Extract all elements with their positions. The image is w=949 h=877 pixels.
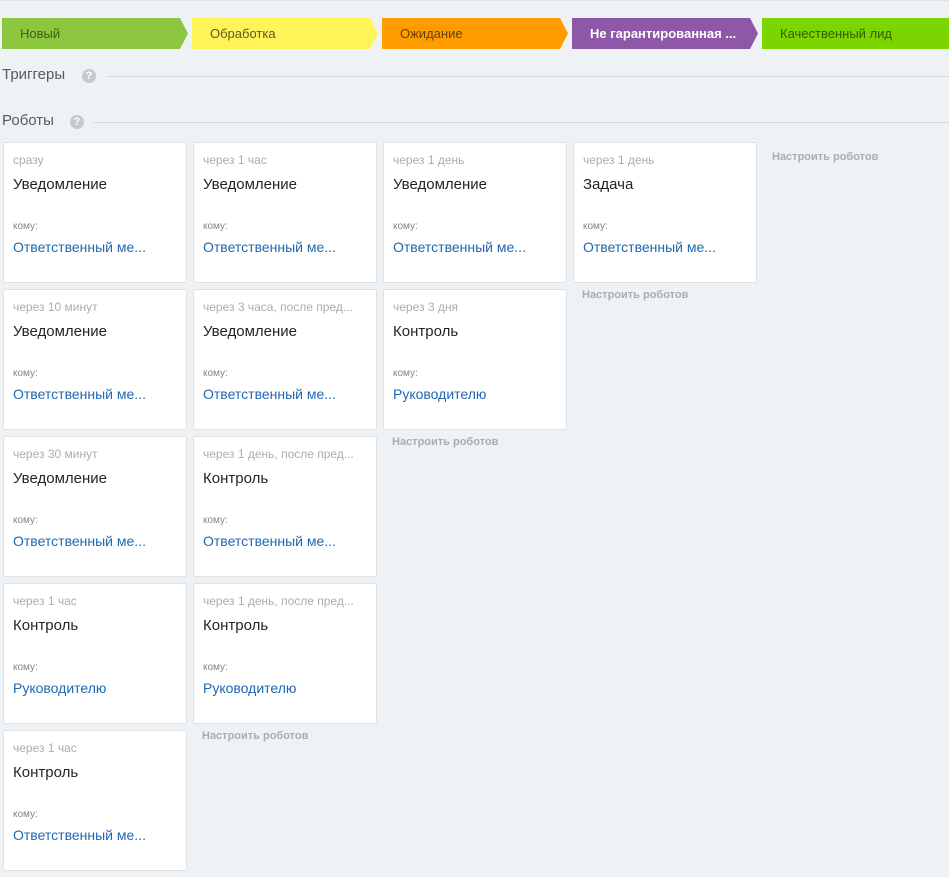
robot-delay: через 1 день (393, 153, 465, 167)
robot-title: Контроль (203, 470, 269, 487)
robot-recipient-label: кому: (393, 368, 418, 379)
robot-title: Уведомление (393, 176, 488, 193)
triggers-title: Триггеры (2, 66, 66, 83)
robots-column-4: через 1 день Задача кому: Ответственный ме.… (573, 142, 757, 301)
robot-recipient-link[interactable]: Ответственный ме... (203, 386, 370, 402)
robot-recipient-label: кому: (203, 662, 228, 673)
robot-delay: через 1 день, после пред... (203, 447, 354, 461)
robot-recipient-label: кому: (203, 221, 228, 232)
robot-title: Уведомление (203, 323, 298, 340)
robot-card[interactable]: через 3 дня Контроль кому: Руководителю (383, 289, 567, 430)
robot-recipient-link[interactable]: Руководителю (13, 680, 180, 696)
robot-delay: через 1 час (203, 153, 267, 167)
robot-delay: через 3 дня (393, 300, 458, 314)
robot-card[interactable]: через 1 день, после пред... Контроль кому:… (193, 436, 377, 577)
robot-recipient-label: кому: (203, 368, 228, 379)
robot-delay: через 1 час (13, 741, 77, 755)
robot-card[interactable]: через 10 минут Уведомление кому: Ответствен… (3, 289, 187, 430)
robots-column-5: Настроить роботов (763, 142, 947, 163)
robot-recipient-label: кому: (583, 221, 608, 232)
robot-card[interactable]: через 30 минут Уведомление кому: Ответствен… (3, 436, 187, 577)
robot-title: Задача (583, 176, 634, 193)
robot-recipient-link[interactable]: Ответственный ме... (13, 239, 180, 255)
robot-card[interactable]: через 1 день Задача кому: Ответственный ме.… (573, 142, 757, 283)
robots-divider (94, 122, 949, 123)
robot-recipient-link[interactable]: Руководителю (393, 386, 560, 402)
configure-robots-link[interactable]: Настроить роботов (573, 289, 757, 301)
robots-column-1: сразу Уведомление кому: Ответственный ме...… (3, 142, 187, 877)
robots-title: Роботы (2, 112, 54, 129)
robot-recipient-label: кому: (393, 221, 418, 232)
robots-help-icon[interactable]: ? (70, 115, 84, 129)
top-divider (0, 0, 949, 1)
robot-title: Контроль (203, 617, 269, 634)
robot-title: Уведомление (13, 470, 108, 487)
stage-quality-lead[interactable]: Качественный лид (762, 18, 949, 49)
robot-title: Контроль (13, 764, 79, 781)
robot-delay: через 1 день (583, 153, 655, 167)
triggers-divider (106, 76, 949, 77)
robot-recipient-link[interactable]: Ответственный ме... (203, 239, 370, 255)
stage-waiting[interactable]: Ожидание (382, 18, 568, 49)
robot-delay: через 1 день, после пред... (203, 594, 354, 608)
configure-robots-link[interactable]: Настроить роботов (383, 436, 567, 448)
robot-title: Уведомление (203, 176, 298, 193)
robot-delay: через 10 минут (13, 300, 98, 314)
robot-recipient-link[interactable]: Руководителю (203, 680, 370, 696)
robot-card[interactable]: через 1 час Контроль кому: Руководителю (3, 583, 187, 724)
robot-card[interactable]: через 1 день Уведомление кому: Ответственны… (383, 142, 567, 283)
robot-recipient-link[interactable]: Ответственный ме... (583, 239, 750, 255)
stage-new[interactable]: Новый (2, 18, 188, 49)
robot-title: Уведомление (13, 323, 108, 340)
robot-recipient-label: кому: (13, 662, 38, 673)
robot-recipient-label: кому: (13, 221, 38, 232)
triggers-help-icon[interactable]: ? (82, 69, 96, 83)
robots-column-3: через 1 день Уведомление кому: Ответственны… (383, 142, 567, 448)
robot-recipient-link[interactable]: Ответственный ме... (203, 533, 370, 549)
robot-card[interactable]: через 1 час Контроль кому: Ответственный ме… (3, 730, 187, 871)
robot-recipient-label: кому: (13, 368, 38, 379)
robot-title: Контроль (393, 323, 459, 340)
robot-recipient-link[interactable]: Ответственный ме... (13, 386, 180, 402)
robot-delay: через 1 час (13, 594, 77, 608)
robot-title: Контроль (13, 617, 79, 634)
robot-title: Уведомление (13, 176, 108, 193)
robot-card[interactable]: сразу Уведомление кому: Ответственный ме... (3, 142, 187, 283)
stage-processing[interactable]: Обработка (192, 18, 378, 49)
robot-delay: через 3 часа, после пред... (203, 300, 353, 314)
robot-card[interactable]: через 1 час Уведомление кому: Ответственный… (193, 142, 377, 283)
robot-recipient-link[interactable]: Ответственный ме... (393, 239, 560, 255)
robot-card[interactable]: через 3 часа, после пред... Уведомление ко… (193, 289, 377, 430)
robot-recipient-link[interactable]: Ответственный ме... (13, 533, 180, 549)
configure-robots-link[interactable]: Настроить роботов (763, 151, 947, 163)
robot-card[interactable]: через 1 день, после пред... Контроль кому:… (193, 583, 377, 724)
robot-recipient-label: кому: (13, 809, 38, 820)
robot-recipient-label: кому: (203, 515, 228, 526)
configure-robots-link[interactable]: Настроить роботов (193, 730, 377, 742)
robot-recipient-label: кому: (13, 515, 38, 526)
robot-recipient-link[interactable]: Ответственный ме... (13, 827, 180, 843)
robot-delay: через 30 минут (13, 447, 98, 461)
stage-not-guaranteed[interactable]: Не гарантированная ... (572, 18, 758, 49)
robots-column-2: через 1 час Уведомление кому: Ответственный… (193, 142, 377, 742)
stage-bar: Новый Обработка Ожидание Не гарантирован… (0, 18, 949, 49)
robot-delay: сразу (13, 153, 44, 167)
